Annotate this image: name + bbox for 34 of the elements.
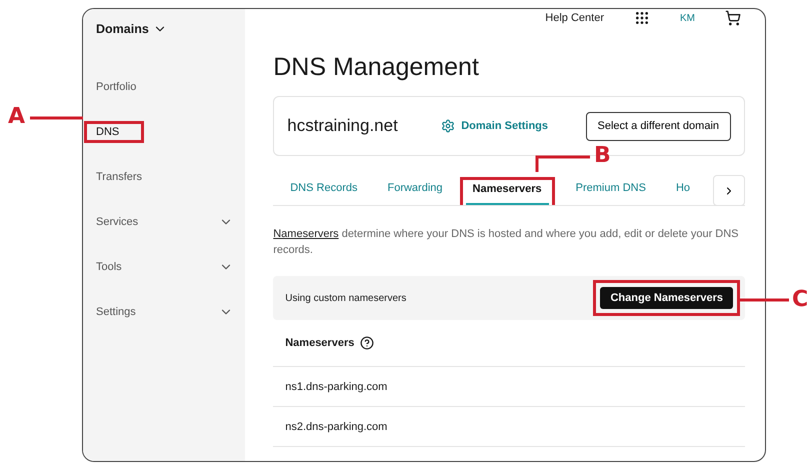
sidebar-item[interactable]: Settings [96, 306, 136, 318]
page-title: DNS Management [273, 53, 480, 82]
sidebar-item[interactable]: DNS [96, 126, 120, 138]
domains-menu[interactable]: Domains [96, 15, 234, 43]
callout-line [30, 116, 83, 120]
callout-label: B [594, 143, 611, 168]
nameservers-link[interactable]: Nameservers [273, 228, 339, 240]
account-initials[interactable]: KM [680, 12, 695, 24]
description-text: Nameservers determine where your DNS is hosted and where you add, edit or delete your DNS records. [273, 227, 740, 258]
sidebar-item[interactable]: Tools [96, 260, 122, 272]
column-header: Nameservers [285, 337, 354, 349]
status-text: Using custom nameservers [285, 292, 406, 304]
nameserver-cell: ns1.dns-parking.com [285, 380, 388, 392]
tab[interactable]: Premium DNS [568, 182, 653, 205]
callout-label: A [8, 104, 26, 129]
domain-name: hcstraining.net [287, 116, 399, 136]
help-icon[interactable] [360, 336, 374, 350]
select-domain-button[interactable]: Select a different domain [586, 112, 731, 140]
gear-icon [441, 119, 456, 133]
tab[interactable]: Ho [668, 182, 697, 205]
tab[interactable]: DNS Records [283, 182, 364, 205]
nameserver-cell: ns2.dns-parking.com [285, 420, 388, 432]
apps-grid-icon[interactable] [634, 10, 650, 26]
change-nameservers-button[interactable]: Change Nameservers [600, 287, 733, 309]
tab[interactable]: Nameservers [466, 183, 549, 205]
cart-icon[interactable] [725, 10, 741, 26]
help-center-link[interactable]: Help Center [545, 12, 604, 24]
callout-line [536, 156, 590, 172]
sidebar-item[interactable]: Transfers [96, 170, 142, 182]
tab[interactable]: Forwarding [380, 182, 450, 205]
callout-label: C [792, 287, 807, 312]
sidebar-item[interactable]: Services [96, 216, 138, 228]
domain-settings-link[interactable]: Domain Settings [441, 119, 548, 133]
sidebar-item[interactable]: Portfolio [96, 80, 136, 92]
